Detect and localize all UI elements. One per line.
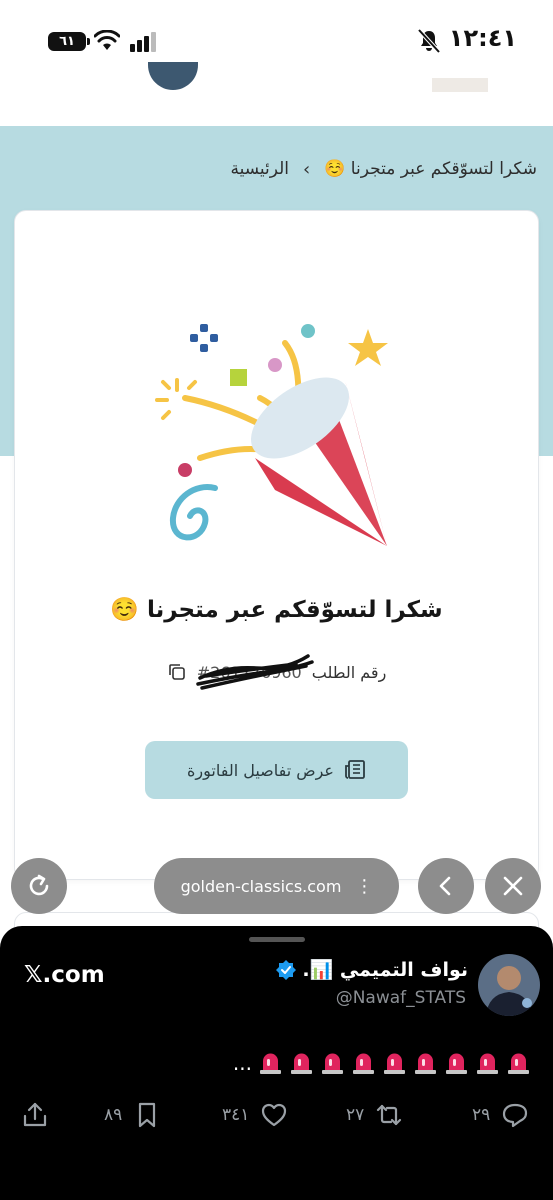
url-bar[interactable]: golden-classics.com ⋮ [154, 858, 399, 914]
tweet-text-ellipsis: ... [232, 1050, 252, 1075]
retweet-action[interactable]: ٢٧ [346, 1100, 404, 1130]
signal-icon [130, 32, 156, 52]
sheet-drag-handle[interactable] [249, 937, 305, 942]
like-count: ٣٤١ [222, 1105, 250, 1125]
bookmark-action[interactable]: ٨٩ [104, 1100, 162, 1130]
chevron-left-icon [439, 876, 451, 896]
retweet-count: ٢٧ [346, 1105, 365, 1125]
more-vertical-icon[interactable]: ⋮ [355, 876, 373, 897]
x-site-label[interactable]: 𝕏.com [24, 962, 105, 988]
redaction-scribble [196, 654, 314, 690]
share-icon [23, 1102, 47, 1127]
siren-icon [446, 1053, 467, 1074]
party-popper-icon [155, 324, 388, 546]
url-text: golden-classics.com [180, 876, 342, 896]
siren-icon [291, 1053, 312, 1074]
retweet-icon [377, 1104, 402, 1126]
status-bar: ١٢:٤١ ٦١ [0, 0, 553, 84]
battery-icon: ٦١ [48, 32, 90, 51]
tweet-text: ... [233, 1050, 531, 1075]
share-action[interactable] [20, 1100, 50, 1130]
siren-icon [260, 1053, 281, 1074]
reply-icon [503, 1103, 528, 1128]
verified-badge-icon [276, 959, 297, 980]
breadcrumb: الرئيسية › شكرا لتسوّقكم عبر متجرنا ☺️ [230, 154, 537, 184]
tweet-actions: ٢٩ ٢٧ ٣٤١ ٨٩ [0, 1100, 553, 1144]
siren-icon [415, 1053, 436, 1074]
reply-count: ٢٩ [472, 1105, 491, 1125]
view-invoice-label: عرض تفاصيل الفاتورة [187, 760, 334, 780]
copy-icon[interactable] [167, 662, 187, 682]
bell-off-icon [417, 28, 441, 54]
header-logo[interactable] [148, 62, 198, 90]
breadcrumb-current: شكرا لتسوّقكم عبر متجرنا ☺️ [324, 159, 537, 179]
bookmark-count: ٨٩ [104, 1105, 123, 1125]
breadcrumb-separator: › [303, 158, 311, 180]
bookmark-icon [139, 1102, 156, 1128]
author-name-text: نواف التميمي 📊. [302, 959, 468, 981]
order-label: رقم الطلب [311, 662, 387, 682]
avatar[interactable] [478, 954, 540, 1016]
close-button[interactable] [485, 858, 541, 914]
siren-icon [384, 1053, 405, 1074]
wifi-icon [94, 30, 120, 50]
breadcrumb-home[interactable]: الرئيسية [230, 159, 289, 179]
reload-button[interactable] [11, 858, 67, 914]
reply-action[interactable]: ٢٩ [472, 1100, 530, 1130]
close-icon [503, 876, 523, 896]
siren-icon [322, 1053, 343, 1074]
newspaper-icon [345, 760, 365, 779]
back-button[interactable] [418, 858, 474, 914]
heart-icon [262, 1103, 287, 1127]
header-element [432, 78, 488, 92]
siren-icon [353, 1053, 374, 1074]
like-action[interactable]: ٣٤١ [222, 1100, 289, 1130]
status-time: ١٢:٤١ [448, 24, 517, 52]
tweet-author-name[interactable]: نواف التميمي 📊. [276, 958, 468, 981]
siren-icon [477, 1053, 498, 1074]
reload-icon [29, 874, 49, 896]
view-invoice-button[interactable]: عرض تفاصيل الفاتورة [145, 741, 408, 799]
thanks-title: شكرا لتسوّقكم عبر متجرنا ☺️ [110, 597, 443, 623]
siren-icon [508, 1053, 529, 1074]
tweet-author-handle[interactable]: @Nawaf_STATS [336, 988, 466, 1008]
